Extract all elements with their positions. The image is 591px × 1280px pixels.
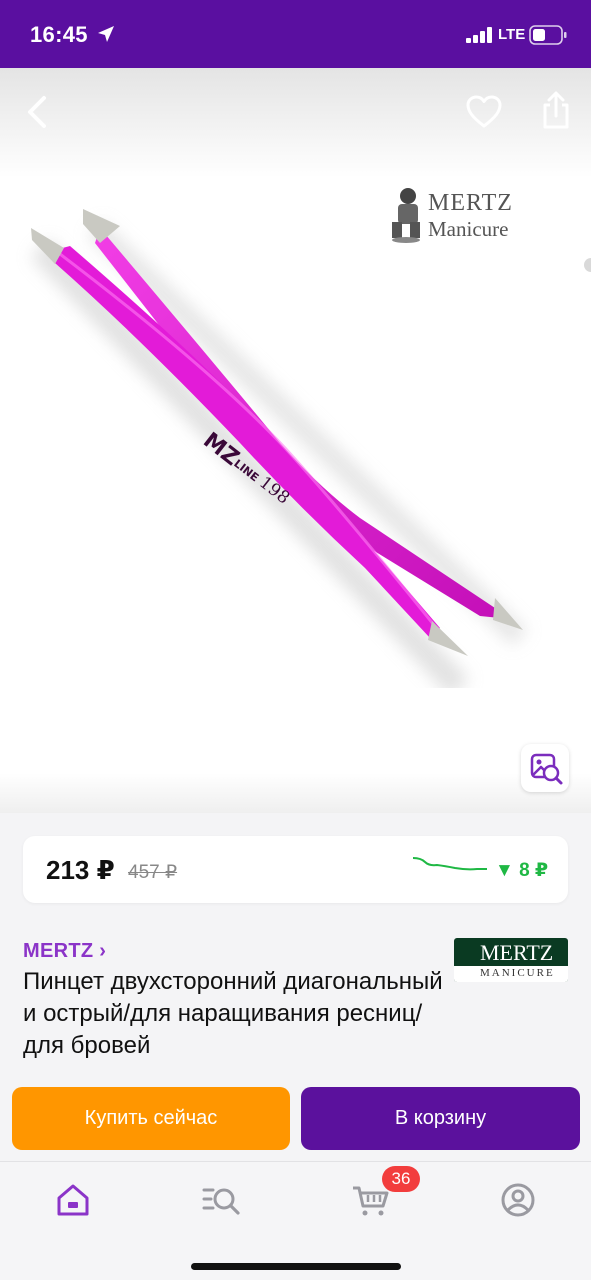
price-trend-icon bbox=[412, 857, 487, 871]
old-price: 457 ₽ bbox=[128, 862, 178, 883]
cart-count-badge: 36 bbox=[382, 1166, 420, 1192]
add-to-cart-button[interactable]: В корзину bbox=[301, 1087, 580, 1150]
heart-icon[interactable] bbox=[464, 92, 504, 132]
profile-icon[interactable] bbox=[498, 1180, 538, 1220]
brand-logo-name: MERTZ bbox=[480, 940, 554, 965]
signal-icon bbox=[466, 27, 492, 43]
image-search-button[interactable] bbox=[521, 744, 569, 792]
home-indicator bbox=[191, 1263, 401, 1270]
location-arrow-icon bbox=[98, 26, 114, 42]
battery-icon bbox=[529, 25, 567, 45]
bottom-tab-bar: 36 bbox=[0, 1161, 591, 1280]
catalog-search-icon[interactable] bbox=[201, 1180, 241, 1220]
brand-link[interactable]: MERTZ › bbox=[23, 940, 106, 963]
image-search-icon bbox=[530, 753, 563, 785]
brand-logo[interactable]: MERTZ MANICURE bbox=[454, 938, 568, 982]
product-gallery[interactable]: MERTZ Manicure MZ LINE 198 bbox=[0, 68, 591, 813]
status-bar: 16:45 LTE bbox=[0, 0, 591, 68]
network-type: LTE bbox=[498, 26, 526, 43]
home-icon[interactable] bbox=[53, 1180, 93, 1220]
brand-logo-subtitle: MANICURE bbox=[480, 967, 555, 979]
status-time: 16:45 bbox=[30, 22, 88, 47]
share-icon[interactable] bbox=[536, 88, 576, 132]
product-title: Пинцет двухсторонний диагональный и остр… bbox=[23, 968, 443, 1059]
price-drop-badge: ▼ 8 ₽ bbox=[495, 860, 549, 881]
next-image-peek bbox=[584, 258, 591, 272]
back-icon[interactable] bbox=[18, 90, 58, 134]
action-bar: Купить сейчас В корзину bbox=[0, 1086, 591, 1156]
current-price: 213 ₽ bbox=[46, 855, 115, 885]
price-card[interactable]: 213 ₽ 457 ₽ ▼ 8 ₽ bbox=[23, 836, 568, 903]
gallery-bottom-fade bbox=[0, 773, 591, 813]
buy-now-button[interactable]: Купить сейчас bbox=[12, 1087, 290, 1150]
product-photo-tweezers: MZ LINE 198 bbox=[30, 209, 528, 688]
